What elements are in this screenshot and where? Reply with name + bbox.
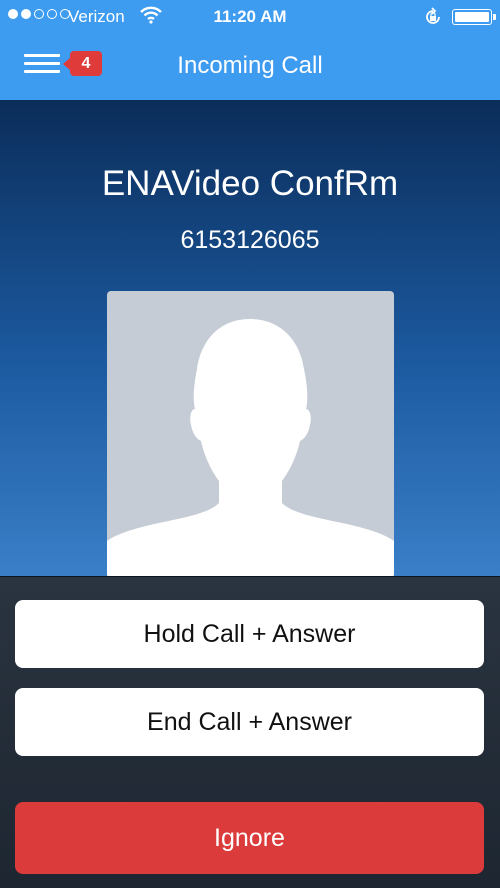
avatar-silhouette-icon [107,319,394,578]
status-bar: Verizon 11:20 AM [0,0,500,34]
rotation-lock-icon [423,7,443,32]
ignore-button[interactable]: Ignore [15,802,484,874]
caller-number: 6153126065 [180,226,320,254]
page-title: Incoming Call [177,52,323,79]
caller-name: ENAVideo ConfRm [101,164,399,203]
hold-call-answer-button[interactable]: Hold Call + Answer [15,600,484,668]
battery-icon [452,9,496,25]
caller-avatar [107,291,394,578]
top-bar: Verizon 11:20 AM 4 Incoming Call [0,0,500,100]
end-call-answer-button[interactable]: End Call + Answer [15,688,484,756]
